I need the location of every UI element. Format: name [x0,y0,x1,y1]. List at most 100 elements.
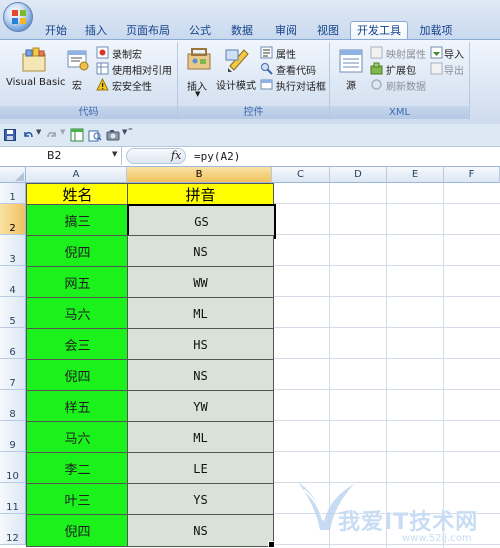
tab-data[interactable]: 数据 [224,22,260,39]
insert-control-button[interactable]: 插入 ▼ [182,44,214,100]
refresh-data-button[interactable]: 刷新数据 [370,78,428,93]
tab-review[interactable]: 审阅 [268,22,304,39]
map-properties-button[interactable]: 映射属性 [370,46,428,61]
cell-a5[interactable]: 马六 [26,297,129,330]
redo-dropdown-icon[interactable]: ▼ [60,128,65,136]
cell-b5[interactable]: ML [127,297,274,330]
undo-icon[interactable] [22,129,34,141]
map-properties-icon [370,46,383,59]
cell-a3[interactable]: 倪四 [26,235,129,268]
properties-label: 属性 [276,50,296,61]
column-header-d[interactable]: D [330,167,387,183]
insert-function-icon[interactable]: fx [171,149,181,162]
row-header-6[interactable]: 6 [0,328,26,359]
formula-input[interactable]: =py(A2) [190,148,498,164]
cell-a4[interactable]: 网五 [26,266,129,299]
cell-b9[interactable]: ML [127,421,274,454]
cell-a2[interactable]: 搞三 [26,204,129,237]
visual-basic-button[interactable]: Visual Basic [4,44,66,94]
cell-a1[interactable]: 姓名 [26,183,129,206]
expansion-packs-button[interactable]: 扩展包 [370,62,428,77]
office-button[interactable] [3,2,33,32]
column-header-c[interactable]: C [272,167,330,183]
formula-bar: B2 ▼ fx =py(A2) [0,147,500,167]
import-button[interactable]: 导入 [430,46,468,61]
source-button[interactable]: 源 [336,44,366,94]
fill-handle[interactable] [268,541,275,548]
formula-tools: fx [126,148,186,164]
view-code-icon [261,63,273,75]
design-mode-button[interactable]: 设计模式 [216,44,260,94]
column-header-a[interactable]: A [26,167,127,183]
undo-dropdown-icon[interactable]: ▼ [36,128,41,136]
design-mode-icon [225,49,249,72]
cell-b7[interactable]: NS [127,359,274,392]
record-macro-button[interactable]: 录制宏 [96,46,176,61]
row-header-11[interactable]: 11 [0,483,26,514]
column-header-b[interactable]: B [127,167,272,183]
column-header-e[interactable]: E [387,167,444,183]
refresh-icon [371,79,382,90]
cell-a7[interactable]: 倪四 [26,359,129,392]
xml-group-label: XML [330,106,469,119]
row-header-5[interactable]: 5 [0,297,26,328]
name-box-dropdown-icon[interactable]: ▼ [112,150,117,158]
row-header-4[interactable]: 4 [0,266,26,297]
macro-security-button[interactable]: 宏安全性 [96,78,176,93]
column-header-f[interactable]: F [444,167,500,183]
relative-reference-button[interactable]: 使用相对引用 [96,62,176,77]
camera-dropdown-icon[interactable]: ▼ [122,128,127,136]
cell-b2[interactable]: GS [127,204,276,239]
design-mode-label: 设计模式 [216,81,256,92]
import-label: 导入 [444,50,464,61]
cell-b12[interactable]: NS [127,514,274,547]
name-box[interactable]: B2 ▼ [0,147,122,165]
row-header-12[interactable]: 12 [0,514,26,545]
run-dialog-button[interactable]: 执行对话框 [260,78,328,93]
tab-page-layout[interactable]: 页面布局 [118,22,178,39]
redo-icon[interactable] [46,129,58,141]
tab-formulas[interactable]: 公式 [182,22,218,39]
print-preview-icon[interactable] [88,128,102,142]
row-header-1[interactable]: 1 [0,183,26,204]
save-icon[interactable] [4,129,16,141]
row-header-3[interactable]: 3 [0,235,26,266]
tab-home[interactable]: 开始 [36,22,76,39]
cell-a9[interactable]: 马六 [26,421,129,454]
cell-b11[interactable]: YS [127,483,274,516]
properties-button[interactable]: 属性 [260,46,328,61]
cell-a6[interactable]: 会三 [26,328,129,361]
cell-b8[interactable]: YW [127,390,274,423]
camera-icon[interactable] [106,128,120,142]
row-header-9[interactable]: 9 [0,421,26,452]
tab-add-ins[interactable]: 加载项 [414,22,458,39]
view-code-button[interactable]: 查看代码 [260,62,328,77]
code-group-label: 代码 [0,106,177,119]
macros-button[interactable]: 宏 [64,44,92,94]
customize-qat-icon[interactable]: ⁼ [128,127,133,137]
cell-a11[interactable]: 叶三 [26,483,129,516]
cell-a10[interactable]: 李二 [26,452,129,485]
import-icon [430,46,443,59]
tab-view[interactable]: 视图 [310,22,346,39]
cell-a8[interactable]: 样五 [26,390,129,423]
cell-b1[interactable]: 拼音 [127,183,274,206]
cell-a12[interactable]: 倪四 [26,514,129,547]
spreadsheet-icon[interactable] [70,128,84,142]
row-header-7[interactable]: 7 [0,359,26,390]
row-header-8[interactable]: 8 [0,390,26,421]
record-macro-label: 录制宏 [112,50,142,61]
export-button[interactable]: 导出 [430,62,468,77]
relative-reference-icon [96,62,109,75]
xml-source-icon [339,49,363,73]
row-header-2[interactable]: 2 [0,204,26,235]
tab-insert[interactable]: 插入 [78,22,114,39]
select-all-corner[interactable] [0,167,26,183]
insert-dropdown-icon: ▼ [195,90,201,98]
cell-b3[interactable]: NS [127,235,274,268]
cell-b10[interactable]: LE [127,452,274,485]
row-header-10[interactable]: 10 [0,452,26,483]
cell-b6[interactable]: HS [127,328,274,361]
tab-developer[interactable]: 开发工具 [350,21,408,40]
cell-b4[interactable]: WW [127,266,274,299]
